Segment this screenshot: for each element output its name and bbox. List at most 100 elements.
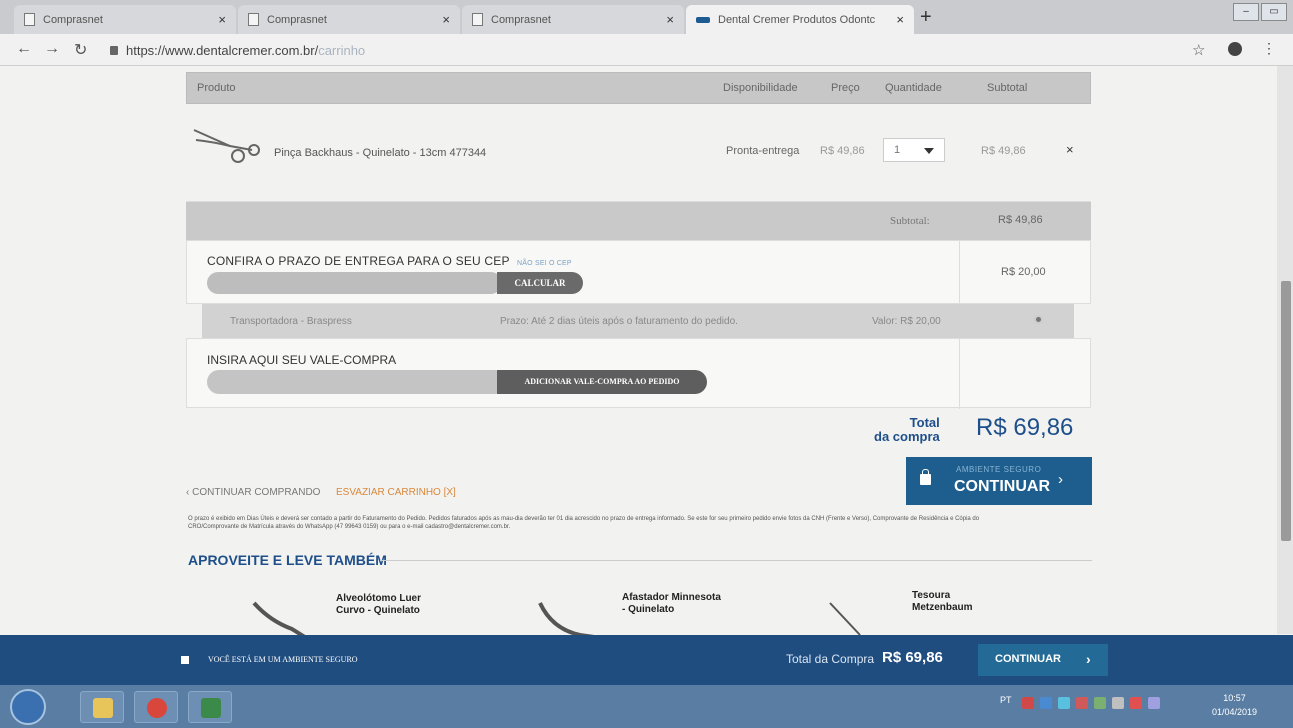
- product-name-line: Afastador Minnesota: [622, 592, 721, 603]
- browser-tab-active[interactable]: Dental Cremer Produtos Odontc ×: [686, 5, 914, 34]
- close-icon[interactable]: ×: [218, 12, 226, 27]
- total-value: R$ 69,86: [976, 414, 1074, 441]
- reload-icon[interactable]: ↻: [74, 40, 87, 60]
- product-image[interactable]: [250, 599, 310, 639]
- site-favicon-icon: [696, 16, 710, 23]
- total-label-line1: Total: [909, 415, 940, 430]
- browser-tab[interactable]: Comprasnet ×: [14, 5, 236, 34]
- forward-arrow-icon[interactable]: →: [44, 40, 60, 58]
- header-quantity: Quantidade: [885, 82, 942, 94]
- spreadsheet-taskbar-icon[interactable]: [188, 691, 232, 723]
- new-tab-icon[interactable]: +: [920, 6, 932, 29]
- recommended-product[interactable]: Alveolótomo Luer Curvo - Quinelato: [336, 593, 421, 617]
- subtotal-label: Subtotal:: [890, 215, 930, 227]
- remove-item-icon[interactable]: ×: [1066, 142, 1074, 157]
- carrier-value: Valor: R$ 20,00: [872, 316, 941, 327]
- url-host: https://www.dentalcremer.com.br/: [126, 42, 319, 58]
- close-icon[interactable]: ×: [896, 12, 904, 27]
- chevron-down-icon: [924, 148, 934, 154]
- product-image[interactable]: [536, 599, 596, 639]
- browser-tab-bar: Comprasnet × Comprasnet × Comprasnet × D…: [0, 0, 1293, 34]
- secure-environment-label: AMBIENTE SEGURO: [956, 465, 1042, 474]
- address-bar: ← → ↻ https://www.dentalcremer.com.br/ c…: [0, 34, 1293, 66]
- tab-title: Comprasnet: [267, 13, 327, 26]
- url-path: carrinho: [318, 42, 366, 58]
- product-name-line: - Quinelato: [622, 604, 675, 615]
- tray-icon[interactable]: [1076, 697, 1088, 709]
- system-tray: [1022, 697, 1160, 709]
- add-voucher-button[interactable]: ADICIONAR VALE-COMPRA AO PEDIDO: [497, 370, 707, 394]
- total-label: Total da compra: [874, 416, 940, 444]
- continue-checkout-button[interactable]: AMBIENTE SEGURO CONTINUAR ›: [906, 457, 1092, 505]
- tray-icon[interactable]: [1130, 697, 1142, 709]
- vertical-scrollbar[interactable]: [1277, 66, 1293, 634]
- continue-label: CONTINUAR: [995, 653, 1061, 665]
- language-indicator[interactable]: PT: [1000, 695, 1012, 705]
- clock-time: 10:57: [1223, 693, 1246, 703]
- carrier-radio[interactable]: [1034, 315, 1043, 324]
- shipping-cost: R$ 20,00: [1001, 266, 1046, 278]
- scrollbar-thumb[interactable]: [1281, 281, 1291, 541]
- explorer-taskbar-icon[interactable]: [80, 691, 124, 723]
- carrier-option[interactable]: Transportadora - Braspress Prazo: Até 2 …: [202, 304, 1074, 338]
- back-arrow-icon[interactable]: ←: [16, 40, 32, 58]
- chevron-right-icon: ›: [1086, 651, 1091, 667]
- column-divider: [959, 339, 960, 409]
- sticky-continue-button[interactable]: CONTINUAR ›: [978, 644, 1108, 676]
- product-name[interactable]: Pinça Backhaus - Quinelato - 13cm 477344: [274, 147, 486, 159]
- calculate-button[interactable]: CALCULAR: [497, 272, 583, 294]
- maximize-icon[interactable]: ▭: [1261, 3, 1287, 21]
- carrier-name: Transportadora - Braspress: [230, 316, 352, 327]
- minimize-icon[interactable]: –: [1233, 3, 1259, 21]
- voucher-title: INSIRA AQUI SEU VALE-COMPRA: [207, 353, 397, 367]
- quantity-select[interactable]: 1: [883, 138, 945, 162]
- voucher-input[interactable]: [207, 370, 507, 394]
- sticky-total-value: R$ 69,86: [882, 649, 943, 666]
- lock-icon: [920, 469, 931, 485]
- subtotal-bar: Subtotal: R$ 49,86: [186, 202, 1091, 240]
- dont-know-cep-link[interactable]: NÃO SEI O CEP: [517, 260, 572, 267]
- product-price: R$ 49,86: [820, 145, 865, 157]
- page-icon: [472, 13, 483, 26]
- clock-date: 01/04/2019: [1212, 707, 1258, 717]
- header-product: Produto: [197, 82, 236, 94]
- tray-icon[interactable]: [1040, 697, 1052, 709]
- keep-shopping-link[interactable]: ‹ CONTINUAR COMPRANDO: [186, 487, 320, 498]
- menu-kebab-icon[interactable]: ⋮: [1262, 40, 1276, 57]
- recommended-product[interactable]: Tesoura Metzenbaum: [912, 590, 973, 614]
- header-availability: Disponibilidade: [723, 82, 798, 94]
- profile-avatar-icon[interactable]: [1228, 42, 1242, 56]
- tab-title: Comprasnet: [491, 13, 551, 26]
- close-icon[interactable]: ×: [666, 12, 674, 27]
- browser-tab[interactable]: Comprasnet ×: [238, 5, 460, 34]
- system-clock[interactable]: 10:57 01/04/2019: [1212, 691, 1257, 719]
- item-subtotal: R$ 49,86: [981, 145, 1026, 157]
- lock-icon: [110, 45, 118, 55]
- cep-input[interactable]: [207, 272, 502, 294]
- product-image[interactable]: [192, 126, 262, 166]
- tray-icon[interactable]: [1094, 697, 1106, 709]
- chrome-taskbar-icon[interactable]: [134, 691, 178, 723]
- product-image[interactable]: [826, 599, 886, 639]
- browser-tab[interactable]: Comprasnet ×: [462, 5, 684, 34]
- sticky-total-label: Total da Compra: [786, 652, 875, 666]
- empty-cart-link[interactable]: ESVAZIAR CARRINHO [X]: [336, 487, 456, 498]
- tray-icon[interactable]: [1022, 697, 1034, 709]
- tray-icon[interactable]: [1058, 697, 1070, 709]
- recommended-product[interactable]: Afastador Minnesota - Quinelato: [622, 592, 721, 616]
- page-icon: [24, 13, 35, 26]
- tray-icon[interactable]: [1112, 697, 1124, 709]
- start-button-icon[interactable]: [10, 689, 46, 725]
- shipping-cep-box: CONFIRA O PRAZO DE ENTREGA PARA O SEU CE…: [186, 240, 1091, 305]
- shipping-title-text: CONFIRA O PRAZO DE ENTREGA PARA O SEU CE…: [207, 254, 510, 268]
- page-viewport: Produto Disponibilidade Preço Quantidade…: [0, 66, 1293, 685]
- close-icon[interactable]: ×: [442, 12, 450, 27]
- product-name-line: Curvo - Quinelato: [336, 605, 420, 616]
- bookmark-star-icon[interactable]: ☆: [1192, 41, 1205, 59]
- divider: [380, 560, 1092, 561]
- url-field[interactable]: https://www.dentalcremer.com.br/ carrinh…: [110, 39, 1180, 61]
- sticky-checkout-bar: VOCÊ ESTÁ EM UM AMBIENTE SEGURO Total da…: [0, 635, 1293, 685]
- page-icon: [248, 13, 259, 26]
- total-label-line2: da compra: [874, 429, 940, 444]
- tray-icon[interactable]: [1148, 697, 1160, 709]
